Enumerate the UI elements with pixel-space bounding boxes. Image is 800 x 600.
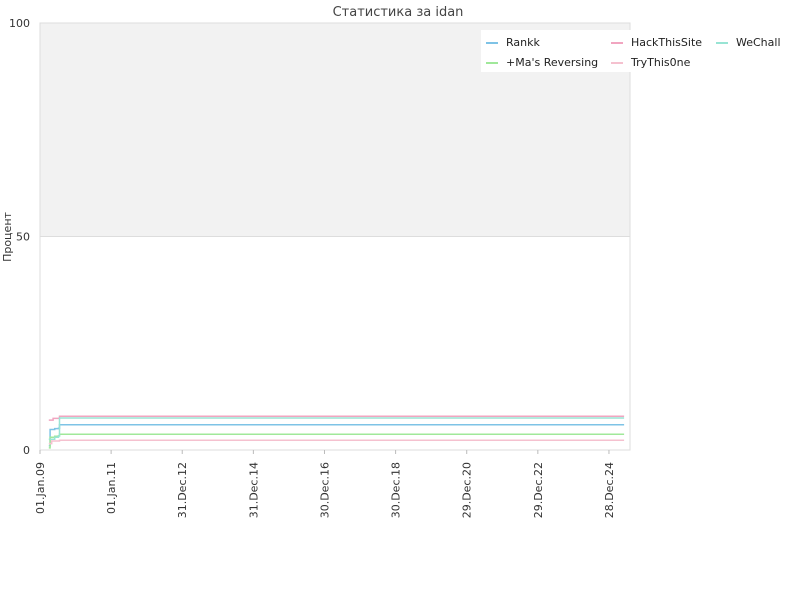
x-tick-label: 30.Dec.16 — [318, 462, 331, 518]
x-tick-label: 28.Dec.24 — [603, 462, 616, 518]
series-line-4 — [48, 417, 625, 441]
x-tick-label: 01.Jan.11 — [105, 462, 118, 514]
x-tick-label: 01.Jan.09 — [34, 462, 47, 514]
legend-label: +Ma's Reversing — [506, 56, 598, 69]
y-tick-label: 100 — [9, 17, 30, 30]
series-line-0 — [48, 424, 625, 447]
x-tick-label: 29.Dec.22 — [532, 462, 545, 518]
x-axis-ticks: 01.Jan.09 01.Jan.11 31.Dec.12 31.Dec.14 30.D… — [34, 450, 616, 518]
x-tick-label: 30.Dec.18 — [390, 462, 403, 518]
y-tick-label: 50 — [16, 231, 30, 244]
series-line-1 — [48, 433, 625, 449]
x-tick-label: 31.Dec.12 — [176, 462, 189, 518]
legend-label: HackThisSite — [631, 36, 702, 49]
series-lines — [48, 415, 625, 449]
chart-title: Статистика за idan — [333, 5, 464, 20]
chart: 0 50 100 01.Jan.09 01.Jan.11 31.Dec.12 31.Dec… — [1, 5, 781, 518]
legend: Rankk +Ma's Reversing HackThisSite TryThis0… — [481, 30, 781, 72]
legend-label: WeChall — [736, 36, 781, 49]
x-tick-label: 31.Dec.14 — [247, 462, 260, 518]
y-axis-label: Процент — [1, 211, 14, 261]
legend-label: Rankk — [506, 36, 540, 49]
x-tick-label: 29.Dec.20 — [461, 462, 474, 518]
series-line-3 — [48, 439, 625, 445]
y-tick-label: 0 — [23, 444, 30, 457]
legend-label: TryThis0ne — [630, 56, 691, 69]
